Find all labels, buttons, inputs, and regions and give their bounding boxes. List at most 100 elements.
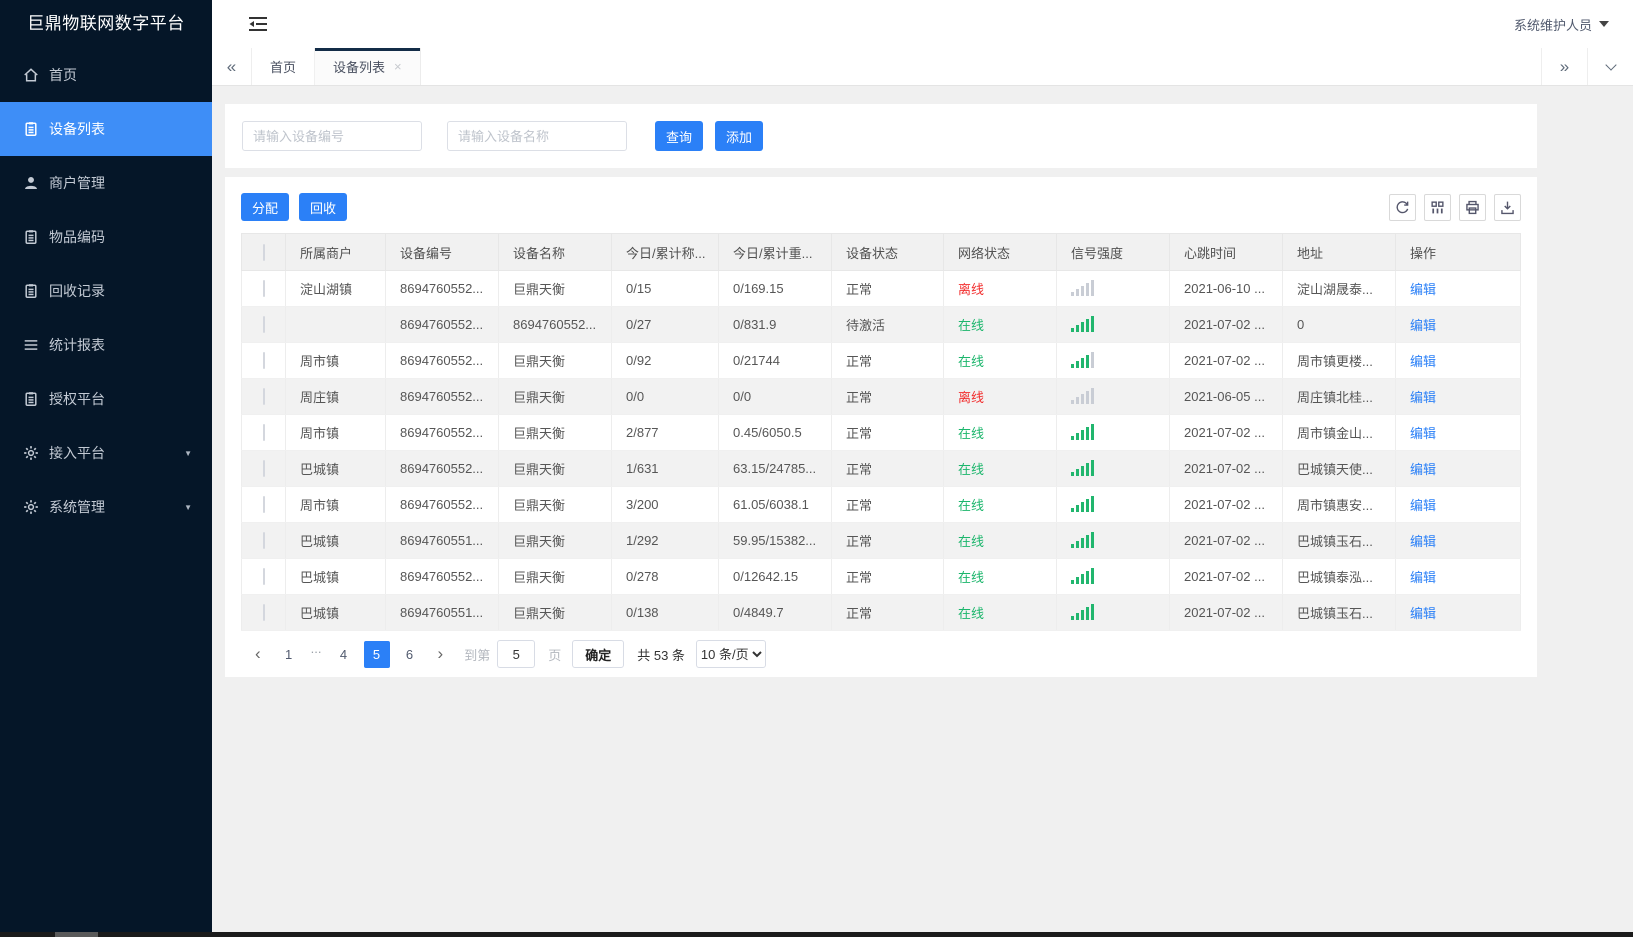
user-menu[interactable]: 系统维护人员 <box>1514 15 1609 34</box>
scrollbar-thumb[interactable] <box>55 932 98 937</box>
sidebar-item-statistics-report[interactable]: 统计报表 <box>0 318 212 372</box>
page-button-1[interactable]: 1 <box>276 641 302 668</box>
page-size-select[interactable]: 10 条/页 <box>695 640 766 668</box>
sidebar-menu: 首页 设备列表 商户管理 物品编码 回收记录 统计报表 授权平台 接入平台 ▼ … <box>0 48 212 534</box>
edit-link[interactable]: 编辑 <box>1410 282 1436 297</box>
cell-heartbeat: 2021-07-02 ... <box>1169 342 1283 379</box>
tab-device-list[interactable]: 设备列表 × <box>315 48 421 85</box>
edit-link[interactable]: 编辑 <box>1410 534 1436 549</box>
row-checkbox[interactable] <box>262 496 265 513</box>
sidebar-item-home[interactable]: 首页 <box>0 48 212 102</box>
list-icon <box>23 337 39 353</box>
row-checkbox[interactable] <box>262 568 265 585</box>
cell-today-weight: 0/12642.15 <box>718 558 832 595</box>
cell-device-no: 8694760551... <box>385 594 499 631</box>
cell-device-status: 待激活 <box>831 306 944 343</box>
cell-signal <box>1056 522 1170 559</box>
cell-today-count: 0/138 <box>611 594 719 631</box>
sidebar-item-device-list[interactable]: 设备列表 <box>0 102 212 156</box>
add-button[interactable]: 添加 <box>715 121 764 151</box>
sidebar-item-item-code[interactable]: 物品编码 <box>0 210 212 264</box>
clipboard-icon <box>23 283 39 299</box>
device-no-input[interactable] <box>242 121 422 151</box>
cell-address: 周市镇惠安... <box>1282 486 1396 523</box>
column-header: 地址 <box>1282 233 1396 271</box>
collapse-sidebar-icon[interactable] <box>248 16 268 32</box>
tabs-scroll-left-button[interactable]: « <box>212 48 252 85</box>
page-button-6[interactable]: 6 <box>397 641 423 668</box>
row-checkbox[interactable] <box>262 352 265 369</box>
device-name-input[interactable] <box>447 121 627 151</box>
close-icon[interactable]: × <box>394 59 402 74</box>
recycle-button[interactable]: 回收 <box>299 193 348 221</box>
row-checkbox[interactable] <box>262 316 265 333</box>
signal-bars-icon <box>1071 531 1094 548</box>
row-checkbox[interactable] <box>262 280 265 297</box>
cell-action: 编辑 <box>1395 522 1521 559</box>
print-button[interactable] <box>1459 193 1486 221</box>
select-all-checkbox[interactable] <box>262 243 265 261</box>
refresh-button[interactable] <box>1389 193 1416 221</box>
cell-signal <box>1056 414 1170 451</box>
cell-address: 周市镇更楼... <box>1282 342 1396 379</box>
edit-link[interactable]: 编辑 <box>1410 426 1436 441</box>
row-checkbox[interactable] <box>262 532 265 549</box>
cell-device-no: 8694760552... <box>385 414 499 451</box>
page-numbers: 1... 4 5 6 <box>276 640 423 668</box>
sidebar-item-merchant-management[interactable]: 商户管理 <box>0 156 212 210</box>
edit-link[interactable]: 编辑 <box>1410 570 1436 585</box>
sidebar-item-label: 回收记录 <box>49 283 105 299</box>
cell-device-status: 正常 <box>831 378 944 415</box>
row-checkbox[interactable] <box>262 424 265 441</box>
sidebar-item-label: 系统管理 <box>49 499 105 515</box>
goto-page-input[interactable] <box>497 640 536 668</box>
row-checkbox[interactable] <box>262 460 265 477</box>
cell-today-weight: 0/831.9 <box>718 306 832 343</box>
sidebar-item-authorize-platform[interactable]: 授权平台 <box>0 372 212 426</box>
column-header: 设备名称 <box>498 233 612 271</box>
edit-link[interactable]: 编辑 <box>1410 354 1436 369</box>
page-button-4[interactable]: 4 <box>331 641 357 668</box>
tabs-scroll-right-button[interactable]: » <box>1541 48 1587 85</box>
cell-device-no: 8694760552... <box>385 450 499 487</box>
table-panel: 分配 回收 所属商户 设备编号 设备名称 今日/累计称... 今日/累计重... 设备状态… <box>225 177 1537 677</box>
row-checkbox[interactable] <box>262 604 265 621</box>
tabs-more-button[interactable] <box>1587 48 1633 85</box>
table-row: 周庄镇 8694760552... 巨鼎天衡 0/0 0/0 正常 离线 202… <box>241 378 1521 415</box>
next-page-button[interactable]: › <box>430 644 452 664</box>
edit-link[interactable]: 编辑 <box>1410 390 1436 405</box>
columns-button[interactable] <box>1424 193 1451 221</box>
user-icon <box>23 175 39 191</box>
cell-device-name: 巨鼎天衡 <box>498 486 612 523</box>
cell-device-name: 巨鼎天衡 <box>498 558 612 595</box>
edit-link[interactable]: 编辑 <box>1410 498 1436 513</box>
cell-device-status: 正常 <box>831 414 944 451</box>
cell-address: 巴城镇玉石... <box>1282 594 1396 631</box>
download-button[interactable] <box>1494 193 1521 221</box>
sidebar-item-label: 首页 <box>49 67 77 83</box>
cell-action: 编辑 <box>1395 306 1521 343</box>
cell-signal <box>1056 558 1170 595</box>
cell-address: 周庄镇北桂... <box>1282 378 1396 415</box>
tab-label: 首页 <box>270 60 297 75</box>
page-button-5[interactable]: 5 <box>363 640 390 668</box>
sidebar-item-access-platform[interactable]: 接入平台 ▼ <box>0 426 212 480</box>
clipboard-icon <box>23 121 39 137</box>
column-header: 心跳时间 <box>1169 233 1283 271</box>
edit-link[interactable]: 编辑 <box>1410 318 1436 333</box>
prev-page-button[interactable]: ‹ <box>247 644 269 664</box>
sidebar-item-recycle-record[interactable]: 回收记录 <box>0 264 212 318</box>
column-header: 今日/累计重... <box>718 233 832 271</box>
chevron-down-icon <box>1599 21 1609 27</box>
confirm-page-button[interactable]: 确定 <box>572 640 625 668</box>
cell-today-weight: 0/0 <box>718 378 832 415</box>
cell-merchant: 周市镇 <box>285 486 386 523</box>
edit-link[interactable]: 编辑 <box>1410 606 1436 621</box>
edit-link[interactable]: 编辑 <box>1410 462 1436 477</box>
tab-home[interactable]: 首页 <box>252 48 316 85</box>
sidebar-item-system-management[interactable]: 系统管理 ▼ <box>0 480 212 534</box>
assign-button[interactable]: 分配 <box>241 193 290 221</box>
query-button[interactable]: 查询 <box>655 121 704 151</box>
horizontal-scrollbar[interactable] <box>0 932 1633 937</box>
row-checkbox[interactable] <box>262 388 265 405</box>
